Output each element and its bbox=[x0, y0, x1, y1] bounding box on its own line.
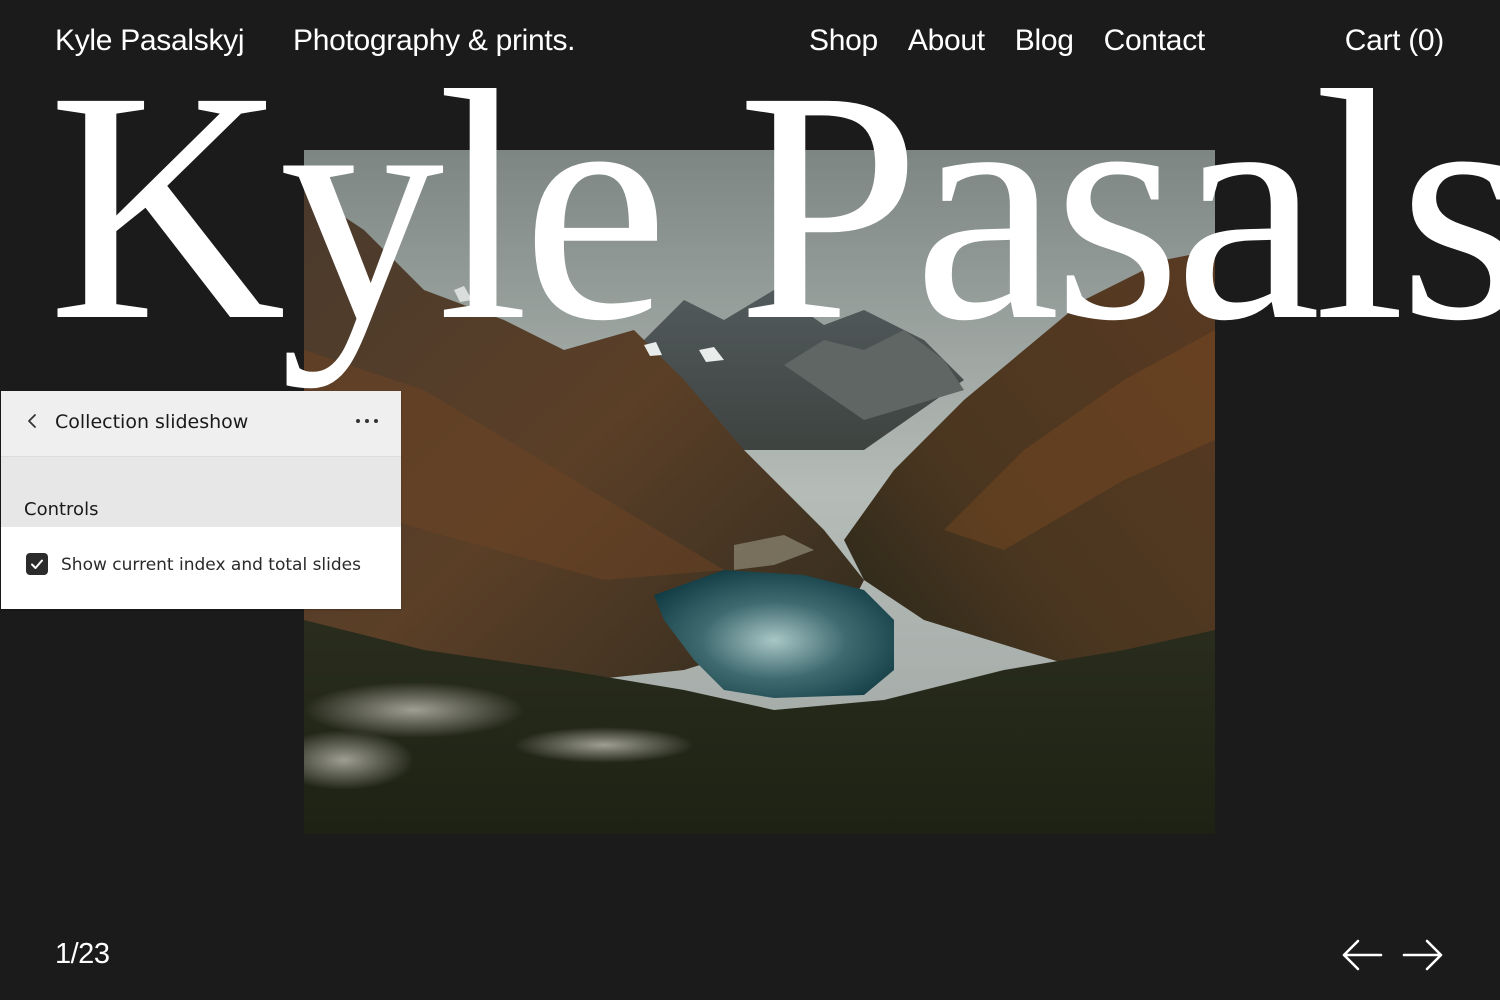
back-button[interactable] bbox=[21, 409, 45, 433]
page: Kyle Pasalskyj Kyle Pasalskyj Photograph… bbox=[0, 0, 1500, 1000]
main-nav: Shop About Blog Contact bbox=[809, 24, 1205, 58]
nav-link-blog[interactable]: Blog bbox=[1015, 24, 1074, 58]
arrow-right-icon bbox=[1402, 939, 1443, 971]
show-index-option: Show current index and total slides bbox=[1, 527, 401, 609]
check-icon bbox=[31, 559, 43, 569]
nav-link-contact[interactable]: Contact bbox=[1104, 24, 1206, 58]
controls-section-header: Controls bbox=[1, 457, 401, 527]
collection-slideshow-panel: Collection slideshow Controls Show curre… bbox=[1, 391, 401, 609]
more-horizontal-icon bbox=[356, 419, 378, 423]
site-tagline: Photography & prints. bbox=[293, 24, 576, 57]
more-options-button[interactable] bbox=[353, 409, 381, 433]
panel-title: Collection slideshow bbox=[55, 411, 249, 433]
site-title-link[interactable]: Kyle Pasalskyj bbox=[55, 24, 245, 58]
cart-link[interactable]: Cart (0) bbox=[1345, 24, 1445, 58]
show-index-label[interactable]: Show current index and total slides bbox=[61, 555, 361, 575]
nav-link-shop[interactable]: Shop bbox=[809, 24, 878, 58]
section-title: Controls bbox=[24, 499, 99, 520]
slide-image bbox=[304, 150, 1215, 834]
next-slide-button[interactable] bbox=[1401, 936, 1445, 974]
previous-slide-button[interactable] bbox=[1340, 936, 1384, 974]
arrow-left-icon bbox=[1342, 939, 1383, 971]
nav-link-about[interactable]: About bbox=[908, 24, 985, 58]
slide-counter: 1/23 bbox=[55, 938, 110, 970]
chevron-left-icon bbox=[28, 414, 36, 428]
panel-header: Collection slideshow bbox=[1, 391, 401, 457]
show-index-checkbox[interactable] bbox=[26, 553, 48, 575]
